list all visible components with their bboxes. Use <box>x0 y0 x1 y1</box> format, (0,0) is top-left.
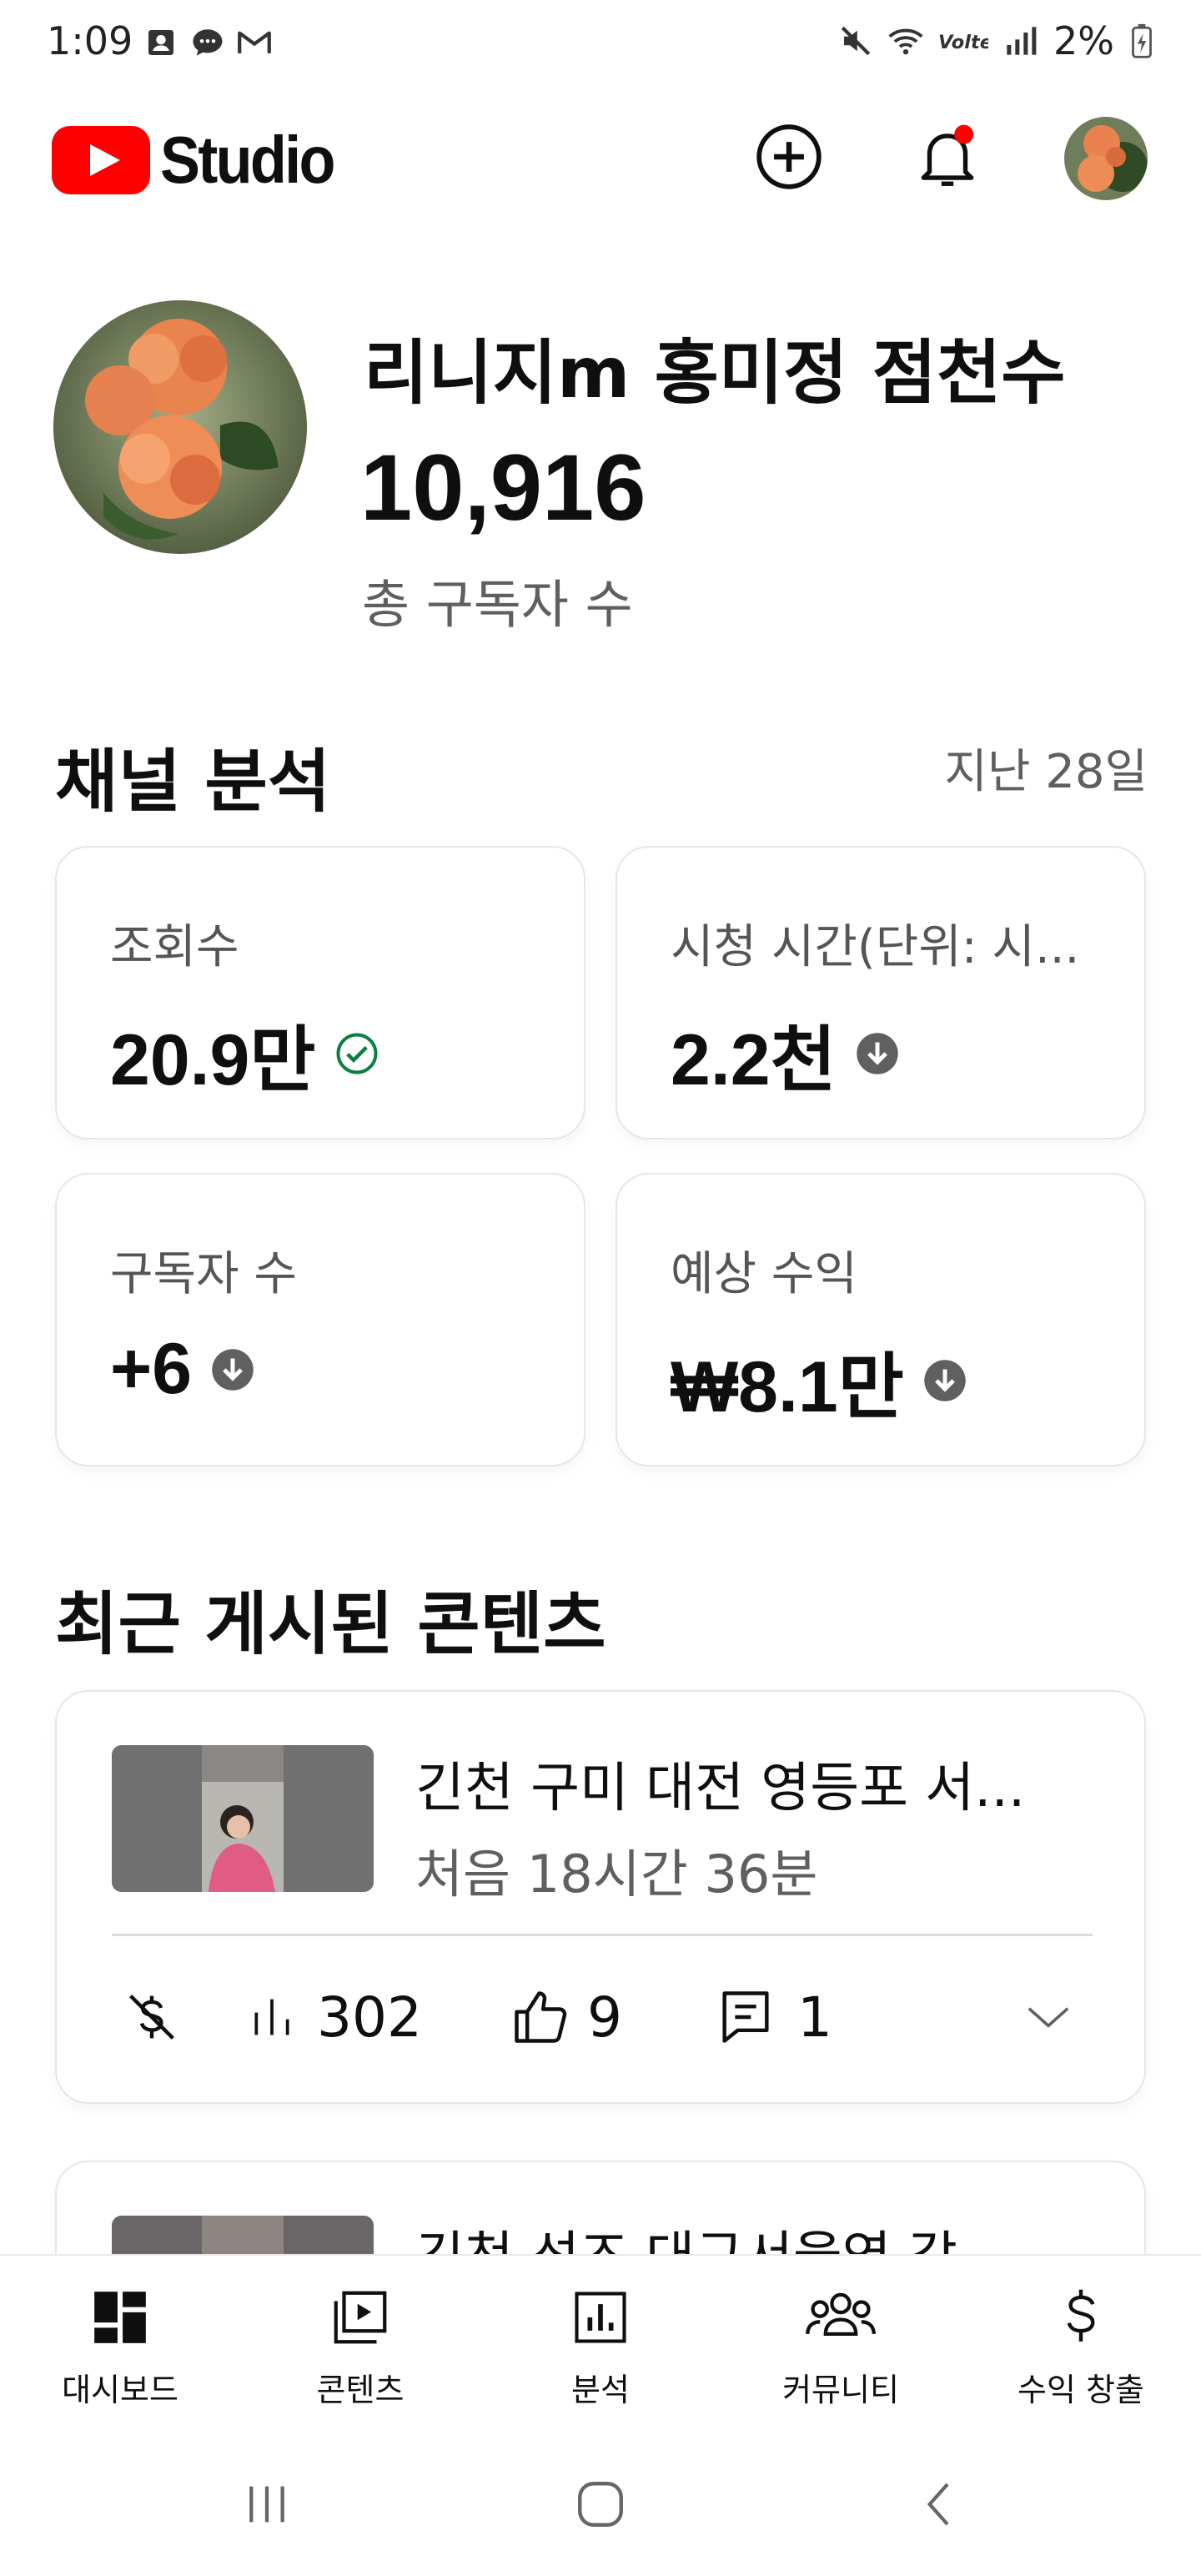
status-bar: 1:09 Volte 2% <box>0 0 1201 92</box>
nav-community[interactable]: 커뮤니티 <box>741 2279 941 2410</box>
card-value-row: 2.2천 <box>671 1001 900 1105</box>
likes-stat: 9 <box>509 1985 622 2050</box>
analytics-card-watch-time[interactable]: 시청 시간(단위: 시... 2.2천 <box>616 846 1146 1140</box>
nav-label: 콘텐츠 <box>316 2372 405 2408</box>
nav-label: 대시보드 <box>62 2372 178 2408</box>
thumbs-up-icon <box>515 1991 567 2043</box>
battery-percent: 2% <box>1053 18 1114 63</box>
back-button[interactable] <box>899 2471 982 2538</box>
analytics-card-subscribers[interactable]: 구독자 수 +6 <box>55 1173 585 1467</box>
monetization-off-icon <box>129 1995 174 2040</box>
arrow-down-circle-icon <box>855 1031 900 1076</box>
youtube-studio-logo[interactable]: Studio <box>52 122 353 199</box>
arrow-down-circle-icon <box>210 1347 255 1392</box>
video-title[interactable]: 긴천 구미 대전 영등포 서... <box>415 1745 1025 1822</box>
nav-label: 커뮤니티 <box>782 2372 899 2408</box>
card-label: 시청 시간(단위: 시... <box>671 920 1080 974</box>
subscriber-count: 10,916 <box>360 435 646 540</box>
card-value: ₩8.1만 <box>671 1347 904 1427</box>
recents-icon <box>249 2486 284 2523</box>
channel-avatar[interactable] <box>53 300 307 554</box>
card-label: 예상 수익 <box>671 1247 857 1301</box>
system-navigation <box>0 2429 1201 2576</box>
community-icon <box>806 2292 876 2336</box>
volte-icon: Volte <box>938 23 988 58</box>
divider <box>112 1934 1093 1936</box>
arrow-down-circle-icon <box>922 1358 967 1403</box>
notification-icons <box>143 25 272 60</box>
youtube-logo-icon <box>52 126 150 194</box>
status-right: Volte 2% <box>838 18 1154 63</box>
signal-icon <box>1003 23 1038 58</box>
chat-bubble-icon <box>190 25 225 60</box>
create-button[interactable] <box>747 115 831 199</box>
battery-charging-icon <box>1129 23 1154 58</box>
expand-button[interactable] <box>1023 1991 1074 2043</box>
home-icon <box>578 2482 623 2527</box>
comments-stat[interactable]: 1 <box>714 1985 832 2050</box>
app-bar: Studio <box>0 98 1201 215</box>
flower-avatar-image <box>53 300 307 554</box>
notifications-button[interactable] <box>906 115 989 199</box>
channel-name: 리니지m 홍미정 점천수 <box>364 332 1066 414</box>
flower-avatar-image <box>1064 117 1148 200</box>
video-thumbnail-image <box>112 1745 374 1892</box>
nav-analytics[interactable]: 분석 <box>500 2279 701 2410</box>
card-value: 20.9만 <box>110 1020 316 1100</box>
nav-monetization[interactable]: 수익 창출 <box>981 2279 1181 2410</box>
studio-logo-text: Studio <box>160 123 335 197</box>
mute-icon <box>838 23 873 58</box>
card-value-row: +6 <box>110 1328 255 1411</box>
subscriber-label: 총 구독자 수 <box>362 574 633 635</box>
likes-count: 9 <box>586 1985 622 2050</box>
gmail-icon <box>237 25 272 60</box>
back-icon <box>927 2483 949 2526</box>
card-label: 구독자 수 <box>110 1247 297 1301</box>
views-stat: 302 <box>245 1985 422 2050</box>
svg-text:Volte: Volte <box>938 32 988 53</box>
analytics-card-revenue[interactable]: 예상 수익 ₩8.1만 <box>616 1173 1146 1467</box>
analytics-period[interactable]: 지난 28일 <box>944 734 1148 802</box>
check-circle-icon <box>334 1031 379 1076</box>
recent-content-title: 최근 게시된 콘텐츠 <box>55 1585 606 1664</box>
video-stats-row: 302 9 1 <box>112 1967 1093 2067</box>
dollar-icon <box>1067 2289 1095 2342</box>
status-time: 1:09 <box>47 18 133 63</box>
nav-label: 수익 창출 <box>1018 2372 1144 2408</box>
comments-count: 1 <box>796 1985 832 2050</box>
content-icon <box>334 2291 387 2344</box>
add-circle-icon <box>756 124 822 189</box>
channel-analytics-title: 채널 분석 <box>55 742 331 822</box>
wifi-icon <box>888 23 923 58</box>
home-button[interactable] <box>559 2471 642 2538</box>
nav-label: 분석 <box>571 2372 630 2408</box>
bottom-navigation: 대시보드 콘텐츠 분석 커뮤니티 수익 창출 <box>0 2254 1201 2429</box>
recents-button[interactable] <box>225 2471 309 2538</box>
card-value: +6 <box>110 1329 193 1409</box>
card-value: 2.2천 <box>671 1020 837 1100</box>
nav-content[interactable]: 콘텐츠 <box>260 2279 460 2410</box>
account-avatar[interactable] <box>1064 117 1148 200</box>
analytics-icon <box>575 2292 626 2343</box>
chevron-down-icon <box>1028 2007 1069 2028</box>
bell-icon <box>921 124 974 186</box>
video-thumbnail[interactable] <box>112 1745 374 1892</box>
content-card[interactable]: 긴천 구미 대전 영등포 서... 처음 18시간 36분 302 9 1 <box>55 1690 1146 2104</box>
views-count: 302 <box>317 1985 422 2050</box>
monetization-status[interactable] <box>120 1985 183 2049</box>
views-bar-icon <box>254 1999 289 2035</box>
dashboard-icon <box>94 2292 146 2343</box>
card-value-row: 20.9만 <box>110 1001 379 1105</box>
analytics-card-views[interactable]: 조회수 20.9만 <box>55 846 585 1140</box>
nav-dashboard[interactable]: 대시보드 <box>20 2279 220 2410</box>
video-published-time: 처음 18시간 36분 <box>415 1844 818 1904</box>
comment-icon <box>722 1991 769 2043</box>
person-card-icon <box>143 25 178 60</box>
card-value-row: ₩8.1만 <box>671 1328 967 1432</box>
card-label: 조회수 <box>110 920 239 974</box>
